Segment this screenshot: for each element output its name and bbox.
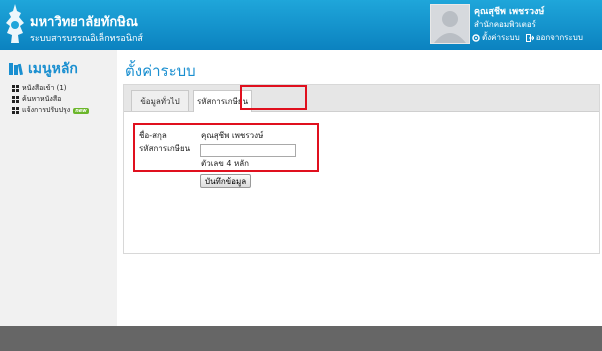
tab-highlight [240, 85, 307, 110]
save-button[interactable]: บันทึกข้อมูล [200, 174, 252, 188]
windows-icon [12, 96, 19, 103]
settings-panel: ข้อมูลทั่วไป รหัสการเกษียน ชื่อ-สกุล คุณ… [123, 84, 600, 254]
user-silhouette-icon [434, 11, 466, 43]
menu-title-label: เมนูหลัก [28, 61, 78, 77]
books-icon [9, 63, 23, 76]
gear-icon [472, 33, 480, 42]
university-logo-icon [6, 4, 24, 43]
logout-link[interactable]: ออกจากระบบ [525, 31, 583, 44]
tab-general-label: ข้อมูลทั่วไป [140, 96, 180, 106]
logout-link-label: ออกจากระบบ [535, 33, 583, 42]
top-header: มหาวิทยาลัยทักษิณ ระบบสารบรรณอิเล็กทรอนิ… [0, 0, 602, 50]
sidebar-item-search[interactable]: ค้นหาหนังสือ [12, 94, 61, 105]
page-title: ตั้งค่าระบบ [125, 62, 196, 80]
settings-link[interactable]: ตั้งค่าระบบ [472, 31, 520, 44]
footer-bar [0, 326, 602, 351]
sidebar-item-incoming[interactable]: หนังสือเข้า (1) [12, 83, 67, 94]
user-links: ตั้งค่าระบบ ออกจากระบบ [472, 31, 583, 44]
avatar [430, 4, 470, 44]
settings-link-label: ตั้งค่าระบบ [482, 33, 520, 42]
system-name: ระบบสารบรรณอิเล็กทรอนิกส์ [30, 34, 143, 44]
main-content: ตั้งค่าระบบ ข้อมูลทั่วไป รหัสการเกษียน ช… [117, 50, 602, 326]
retirement-code-input[interactable] [200, 144, 296, 157]
sidebar-item-label: ค้นหาหนังสือ [22, 95, 62, 103]
menu-title: เมนูหลัก [8, 58, 78, 80]
tab-general[interactable]: ข้อมูลทั่วไป [131, 90, 189, 111]
tab-bar: ข้อมูลทั่วไป รหัสการเกษียน [124, 85, 599, 112]
user-name: คุณสุชีพ เพชรวงษ์ [474, 7, 545, 17]
sidebar: เมนูหลัก หนังสือเข้า (1) ค้นหาหนังสือ แจ… [0, 50, 117, 326]
sidebar-item-label: แจ้งการปรับปรุง [22, 106, 71, 114]
windows-icon [12, 85, 19, 92]
university-name: มหาวิทยาลัยทักษิณ [30, 15, 138, 30]
sidebar-item-updates[interactable]: แจ้งการปรับปรุง new [12, 105, 89, 116]
sidebar-item-label: หนังสือเข้า (1) [22, 84, 67, 92]
user-department: สำนักคอมพิวเตอร์ [474, 20, 536, 29]
logout-icon [525, 33, 534, 42]
new-badge: new [73, 107, 89, 114]
windows-icon [12, 107, 19, 114]
